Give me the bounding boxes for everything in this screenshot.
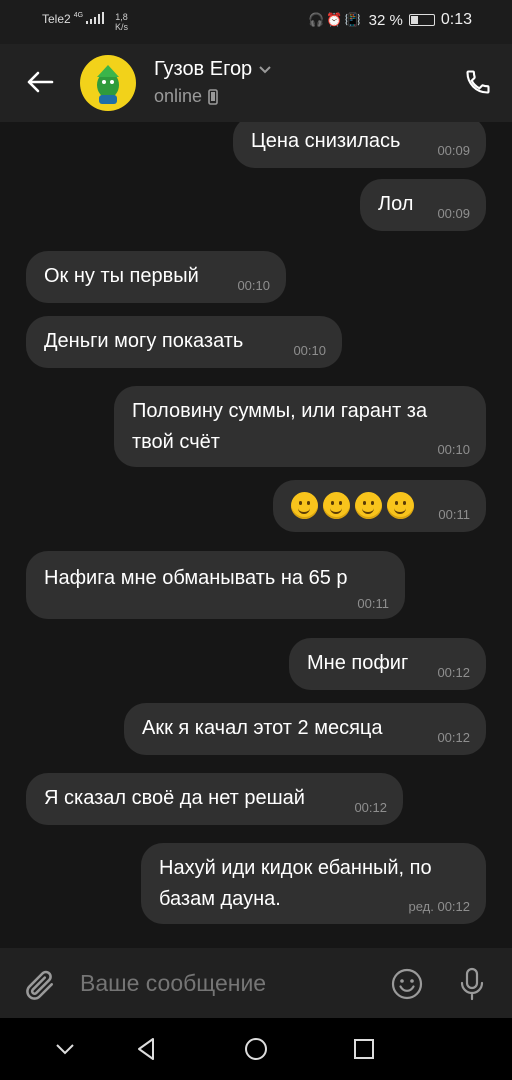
- message-input[interactable]: [80, 970, 370, 997]
- message-bubble-outgoing[interactable]: Цена снизилась 00:09: [233, 122, 486, 168]
- message-bubble-incoming[interactable]: Деньги могу показать 00:10: [26, 316, 342, 368]
- network-speed: 1,8 K/s: [115, 12, 128, 32]
- back-arrow-icon[interactable]: [24, 66, 56, 98]
- signal-icon: [86, 12, 105, 24]
- slightly-smiling-face-icon: [291, 492, 318, 519]
- nav-home-icon[interactable]: [243, 1036, 269, 1062]
- microphone-icon[interactable]: [456, 966, 488, 1002]
- slightly-smiling-face-icon: [355, 492, 382, 519]
- message-bubble-outgoing[interactable]: Нахуй иди кидок ебанный, по базам дауна.…: [141, 843, 486, 924]
- headphones-alarm-vibrate-icons: 🎧⏰📳: [308, 12, 363, 27]
- message-text: Половину суммы, или гарант за твой счёт: [132, 400, 428, 453]
- carrier-label: Tele2: [42, 12, 71, 26]
- message-bubble-incoming[interactable]: Нафига мне обманывать на 65 р 00:11: [26, 551, 405, 619]
- paperclip-icon[interactable]: [22, 968, 56, 1002]
- nav-back-icon[interactable]: [133, 1036, 159, 1062]
- message-composer: [0, 948, 512, 1018]
- status-left: Tele2 4G 1,8 K/s: [42, 12, 128, 32]
- message-time: 00:12: [354, 800, 387, 815]
- message-time: 00:09: [437, 206, 470, 221]
- avatar[interactable]: [80, 55, 136, 111]
- message-time: 00:09: [437, 143, 470, 158]
- emoji-picker-icon[interactable]: [390, 967, 424, 1001]
- status-right: 🎧⏰📳 32 % 0:13: [308, 11, 472, 29]
- message-text: Нафига мне обманывать на 65 р: [44, 567, 348, 589]
- message-bubble-outgoing[interactable]: Половину суммы, или гарант за твой счёт …: [114, 386, 486, 467]
- message-time: ред. 00:12: [408, 899, 470, 914]
- message-list[interactable]: Цена снизилась 00:09 Лол 00:09 Ок ну ты …: [0, 122, 512, 948]
- message-text: Ок ну ты первый: [44, 265, 199, 287]
- message-time: 00:10: [237, 278, 270, 293]
- message-time: 00:11: [438, 507, 470, 522]
- message-text: Акк я качал этот 2 месяца: [142, 717, 383, 739]
- message-text: Деньги могу показать: [44, 330, 244, 352]
- slightly-smiling-face-icon: [387, 492, 414, 519]
- network-label: 4G: [73, 12, 84, 19]
- status-bar: Tele2 4G 1,8 K/s 🎧⏰📳 32 % 0:13: [0, 0, 512, 44]
- message-bubble-outgoing[interactable]: Лол 00:09: [360, 179, 486, 231]
- slightly-smiling-face-icon: [323, 492, 350, 519]
- message-bubble-incoming[interactable]: Я сказал своё да нет решай 00:12: [26, 773, 403, 825]
- network-speed-value: 1,8: [115, 12, 128, 22]
- message-bubble-incoming[interactable]: Ок ну ты первый 00:10: [26, 251, 286, 303]
- message-time: 00:11: [357, 596, 389, 611]
- message-text: Мне пофиг: [307, 652, 409, 674]
- contact-status-text: online: [154, 86, 203, 106]
- nav-recents-icon[interactable]: [351, 1036, 377, 1062]
- message-text: Лол: [378, 193, 414, 215]
- contact-name-text: Гузов Егор: [154, 58, 253, 80]
- battery-percent: 32 %: [368, 11, 403, 29]
- mobile-phone-icon: [208, 88, 218, 105]
- message-time: 00:10: [293, 343, 326, 358]
- contact-status: online: [154, 86, 218, 107]
- message-text: Цена снизилась: [251, 130, 401, 152]
- message-bubble-outgoing[interactable]: 00:11: [273, 480, 486, 532]
- chevron-down-icon: [259, 65, 271, 73]
- network-speed-unit: K/s: [115, 22, 129, 32]
- message-bubble-outgoing[interactable]: Мне пофиг 00:12: [289, 638, 486, 690]
- system-navigation-bar: [0, 1018, 512, 1080]
- avatar-character-icon: [97, 65, 119, 104]
- message-text: Я сказал своё да нет решай: [44, 787, 305, 809]
- clock: 0:13: [440, 11, 472, 28]
- message-time: 00:12: [437, 730, 470, 745]
- contact-name[interactable]: Гузов Егор: [154, 58, 272, 81]
- message-bubble-outgoing[interactable]: Акк я качал этот 2 месяца 00:12: [124, 703, 486, 755]
- chat-header: Гузов Егор online: [0, 44, 512, 122]
- message-time: 00:12: [437, 665, 470, 680]
- hide-keyboard-chevron-icon[interactable]: [52, 1036, 78, 1062]
- phone-call-icon[interactable]: [464, 68, 492, 96]
- message-time: 00:10: [437, 442, 470, 457]
- emoji-row: [291, 492, 419, 519]
- battery-icon: [408, 14, 435, 26]
